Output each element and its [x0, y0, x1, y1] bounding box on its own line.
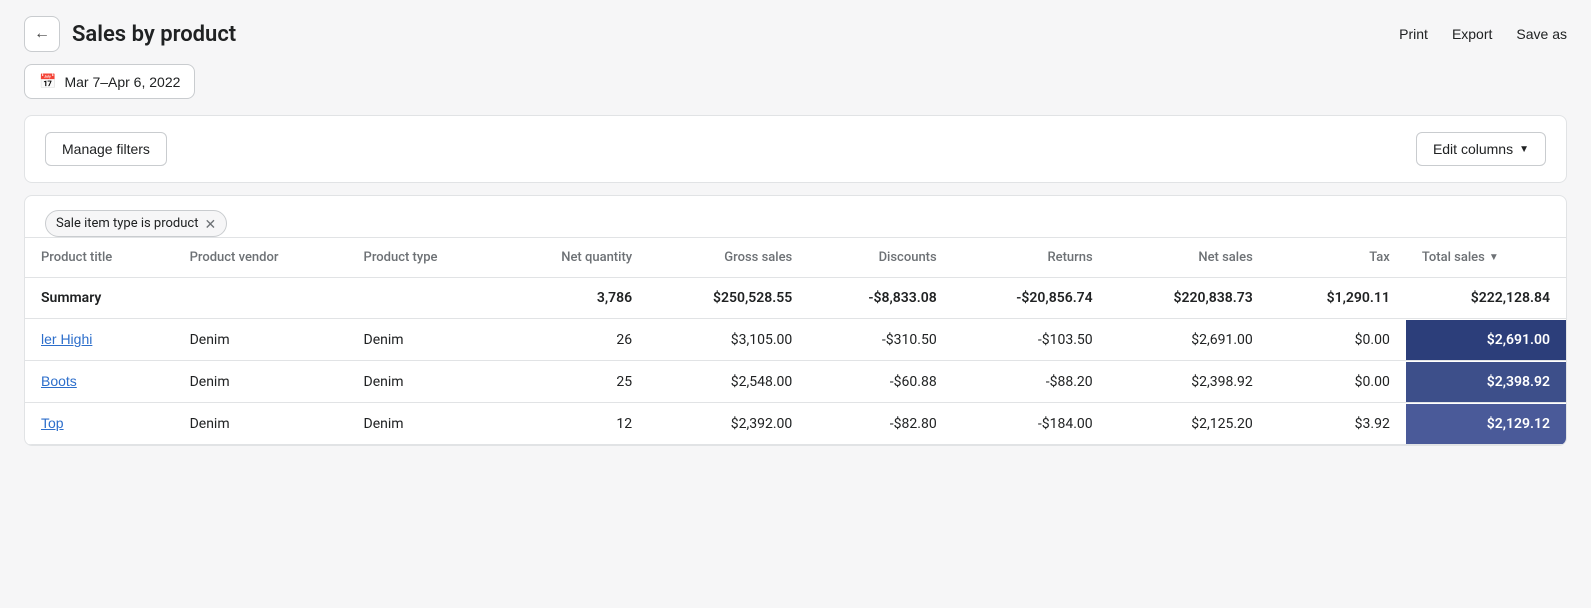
save-as-button[interactable]: Save as: [1516, 22, 1567, 46]
product-title-cell[interactable]: Top: [25, 403, 174, 445]
col-header-product-vendor: Product vendor: [174, 238, 348, 278]
date-filter-button[interactable]: 📅 Mar 7–Apr 6, 2022: [24, 64, 195, 99]
total-sales-cell: $2,398.92: [1406, 361, 1566, 403]
gross-sales-cell: $2,548.00: [648, 361, 808, 403]
product-vendor-cell: Denim: [174, 403, 348, 445]
header-left: ← Sales by product: [24, 16, 236, 52]
col-header-product-title: Product title: [25, 238, 174, 278]
filter-tags: Sale item type is product ✕: [25, 196, 1566, 237]
total-sales-cell: $2,691.00: [1406, 319, 1566, 361]
tax-cell: $0.00: [1269, 361, 1406, 403]
product-vendor-cell: Denim: [174, 361, 348, 403]
summary-type: [348, 278, 501, 319]
export-button[interactable]: Export: [1452, 22, 1492, 46]
sales-table: Product title Product vendor Product typ…: [25, 237, 1566, 445]
net-sales-cell: $2,691.00: [1109, 319, 1269, 361]
total-sales-cell: $2,129.12: [1406, 403, 1566, 445]
page-header: ← Sales by product Print Export Save as: [0, 0, 1591, 64]
tax-cell: $3.92: [1269, 403, 1406, 445]
col-header-gross-sales: Gross sales: [648, 238, 808, 278]
product-title-cell[interactable]: Boots: [25, 361, 174, 403]
product-type-cell: Denim: [348, 319, 501, 361]
discounts-cell: -$82.80: [808, 403, 952, 445]
net-quantity-cell: 12: [500, 403, 648, 445]
gross-sales-cell: $2,392.00: [648, 403, 808, 445]
col-header-returns: Returns: [953, 238, 1109, 278]
date-filter-section: 📅 Mar 7–Apr 6, 2022: [0, 64, 1591, 115]
tax-cell: $0.00: [1269, 319, 1406, 361]
returns-cell: -$88.20: [953, 361, 1109, 403]
discounts-cell: -$60.88: [808, 361, 952, 403]
filter-row: Manage filters Edit columns ▼: [45, 132, 1546, 166]
table-header-row: Product title Product vendor Product typ…: [25, 238, 1566, 278]
print-button[interactable]: Print: [1399, 22, 1428, 46]
table-row: TopDenimDenim12$2,392.00-$82.80-$184.00$…: [25, 403, 1566, 445]
edit-columns-button[interactable]: Edit columns ▼: [1416, 132, 1546, 166]
gross-sales-cell: $3,105.00: [648, 319, 808, 361]
product-link[interactable]: Top: [41, 415, 64, 431]
col-header-net-quantity: Net quantity: [500, 238, 648, 278]
net-quantity-cell: 26: [500, 319, 648, 361]
summary-net-quantity: 3,786: [500, 278, 648, 319]
table-row: BootsDenimDenim25$2,548.00-$60.88-$88.20…: [25, 361, 1566, 403]
total-sales-badge: $2,129.12: [1406, 404, 1566, 444]
net-sales-cell: $2,125.20: [1109, 403, 1269, 445]
summary-discounts: -$8,833.08: [808, 278, 952, 319]
date-filter-label: Mar 7–Apr 6, 2022: [64, 74, 180, 90]
table-card: Sale item type is product ✕ Product titl…: [24, 195, 1567, 446]
summary-vendor: [174, 278, 348, 319]
net-sales-cell: $2,398.92: [1109, 361, 1269, 403]
product-title-cell[interactable]: ler Highi: [25, 319, 174, 361]
back-button[interactable]: ←: [24, 16, 60, 52]
manage-filters-button[interactable]: Manage filters: [45, 132, 167, 166]
filter-tag-close-button[interactable]: ✕: [204, 217, 216, 231]
summary-returns: -$20,856.74: [953, 278, 1109, 319]
header-right: Print Export Save as: [1399, 22, 1567, 46]
sort-icon: ▼: [1489, 252, 1499, 263]
col-header-product-type: Product type: [348, 238, 501, 278]
summary-total-sales: $222,128.84: [1406, 278, 1566, 319]
edit-columns-label: Edit columns: [1433, 141, 1513, 157]
chevron-down-icon: ▼: [1519, 144, 1529, 155]
summary-label: Summary: [25, 278, 174, 319]
total-sales-badge: $2,691.00: [1406, 320, 1566, 360]
table-row: ler HighiDenimDenim26$3,105.00-$310.50-$…: [25, 319, 1566, 361]
col-header-net-sales: Net sales: [1109, 238, 1269, 278]
page-title: Sales by product: [72, 22, 236, 47]
product-type-cell: Denim: [348, 361, 501, 403]
total-sales-badge: $2,398.92: [1406, 362, 1566, 402]
product-link[interactable]: ler Highi: [41, 331, 92, 347]
filter-tag-label: Sale item type is product: [56, 216, 198, 231]
returns-cell: -$184.00: [953, 403, 1109, 445]
summary-tax: $1,290.11: [1269, 278, 1406, 319]
calendar-icon: 📅: [39, 73, 56, 90]
summary-row: Summary 3,786 $250,528.55 -$8,833.08 -$2…: [25, 278, 1566, 319]
product-type-cell: Denim: [348, 403, 501, 445]
summary-gross-sales: $250,528.55: [648, 278, 808, 319]
discounts-cell: -$310.50: [808, 319, 952, 361]
col-header-total-sales[interactable]: Total sales ▼: [1406, 238, 1566, 278]
product-link[interactable]: Boots: [41, 373, 77, 389]
col-header-discounts: Discounts: [808, 238, 952, 278]
filters-card: Manage filters Edit columns ▼: [24, 115, 1567, 183]
net-quantity-cell: 25: [500, 361, 648, 403]
active-filter-tag: Sale item type is product ✕: [45, 210, 227, 237]
returns-cell: -$103.50: [953, 319, 1109, 361]
summary-net-sales: $220,838.73: [1109, 278, 1269, 319]
col-header-tax: Tax: [1269, 238, 1406, 278]
product-vendor-cell: Denim: [174, 319, 348, 361]
